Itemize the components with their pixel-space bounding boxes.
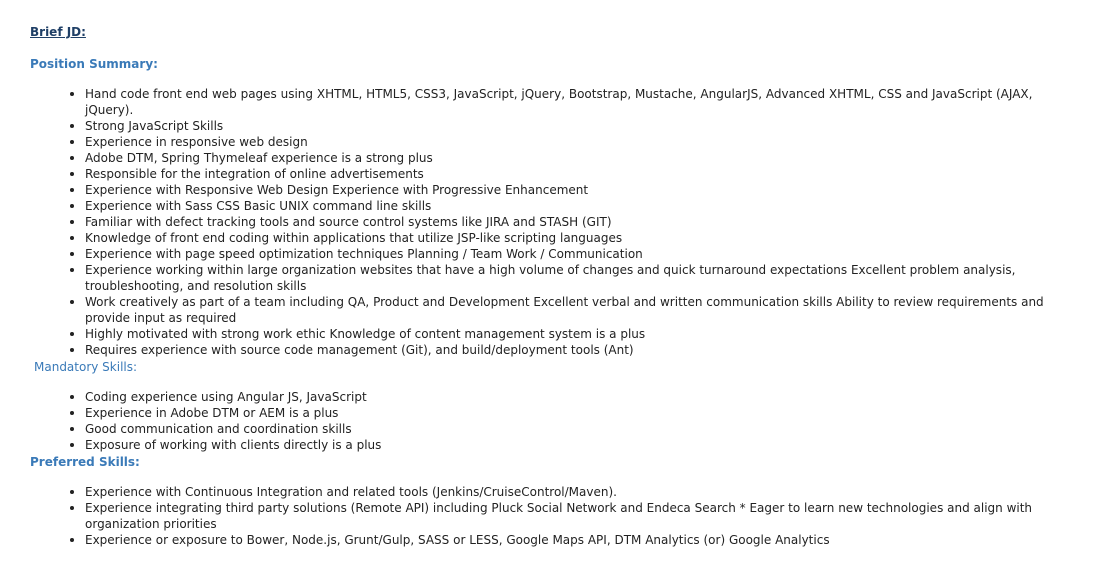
brief-jd-title: Brief JD: xyxy=(30,25,86,39)
list-item: Responsible for the integration of onlin… xyxy=(70,166,1070,182)
position-summary-heading: Position Summary: xyxy=(30,57,158,71)
mandatory-skills-list: Coding experience using Angular JS, Java… xyxy=(30,389,1070,453)
list-item: Experience with Continuous Integration a… xyxy=(70,484,1070,500)
list-item: Work creatively as part of a team includ… xyxy=(70,294,1070,326)
list-item: Experience in responsive web design xyxy=(70,134,1070,150)
list-item: Experience with page speed optimization … xyxy=(70,246,1070,262)
list-item: Hand code front end web pages using XHTM… xyxy=(70,86,1070,118)
list-item: Experience in Adobe DTM or AEM is a plus xyxy=(70,405,1070,421)
list-item: Experience integrating third party solut… xyxy=(70,500,1070,532)
list-item: Requires experience with source code man… xyxy=(70,342,1070,358)
list-item: Experience working within large organiza… xyxy=(70,262,1070,294)
list-item: Experience or exposure to Bower, Node.js… xyxy=(70,532,1070,548)
position-summary-list: Hand code front end web pages using XHTM… xyxy=(30,86,1070,358)
list-item: Highly motivated with strong work ethic … xyxy=(70,326,1070,342)
preferred-skills-heading: Preferred Skills: xyxy=(30,455,140,469)
list-item: Experience with Sass CSS Basic UNIX comm… xyxy=(70,198,1070,214)
job-description: Brief JD: Position Summary: Hand code fr… xyxy=(30,24,1070,548)
list-item: Coding experience using Angular JS, Java… xyxy=(70,389,1070,405)
list-item: Familiar with defect tracking tools and … xyxy=(70,214,1070,230)
list-item: Knowledge of front end coding within app… xyxy=(70,230,1070,246)
list-item: Adobe DTM, Spring Thymeleaf experience i… xyxy=(70,150,1070,166)
list-item: Strong JavaScript Skills xyxy=(70,118,1070,134)
list-item: Exposure of working with clients directl… xyxy=(70,437,1070,453)
list-item: Experience with Responsive Web Design Ex… xyxy=(70,182,1070,198)
list-item: Good communication and coordination skil… xyxy=(70,421,1070,437)
preferred-skills-list: Experience with Continuous Integration a… xyxy=(30,484,1070,548)
mandatory-skills-heading: Mandatory Skills: xyxy=(34,360,138,374)
